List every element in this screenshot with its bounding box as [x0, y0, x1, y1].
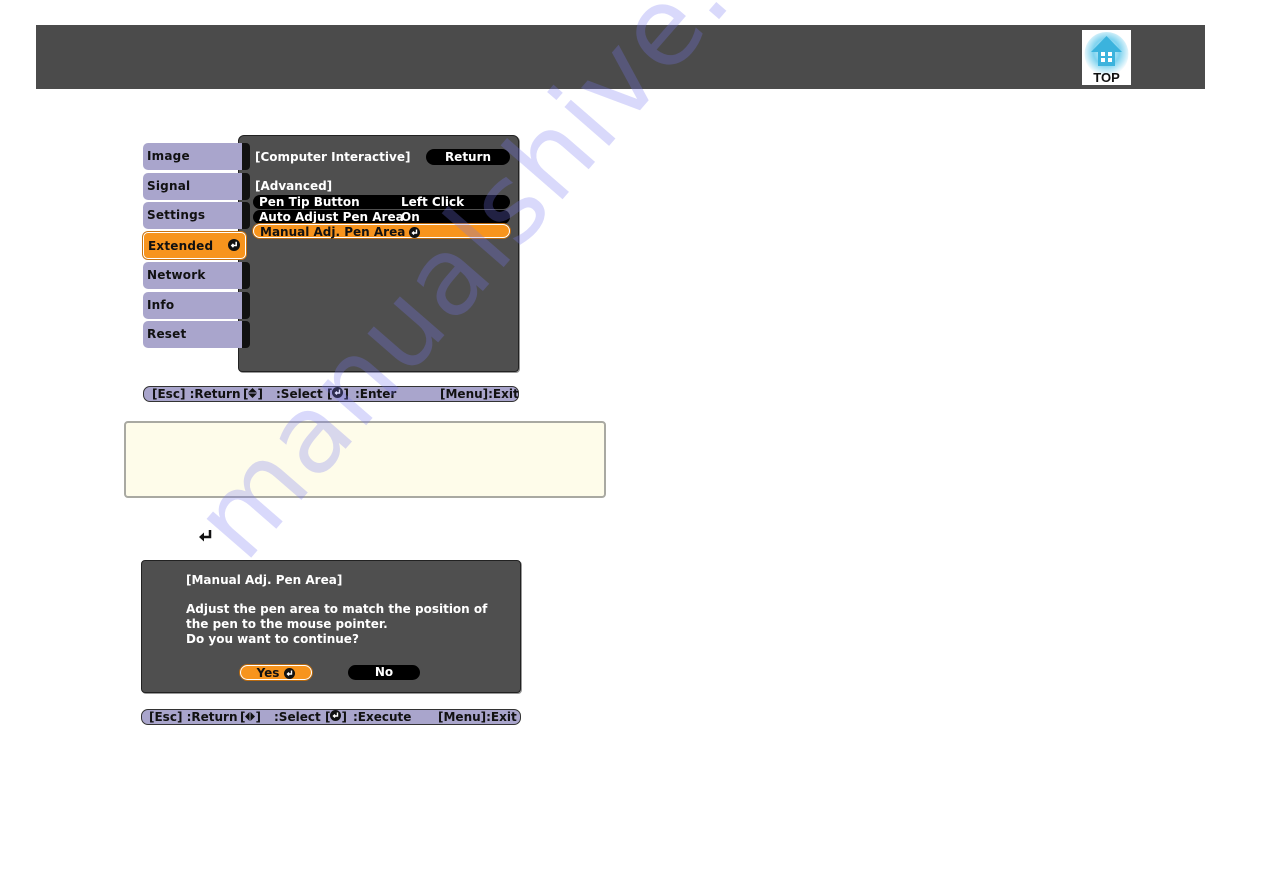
enter-icon — [330, 710, 342, 721]
tab-label: Image — [147, 149, 190, 163]
menu-row-manual-adj-pen-area[interactable]: Manual Adj. Pen Area — [253, 224, 510, 239]
help-select: :Select — [276, 387, 323, 401]
menu-panel: [Computer Interactive] Return [Advanced]… — [238, 135, 519, 372]
header-bar — [36, 25, 1205, 89]
tab-settings[interactable]: Settings — [143, 202, 250, 229]
panel-title: [Computer Interactive] — [255, 150, 411, 164]
yes-button[interactable]: Yes — [240, 665, 312, 680]
tab-label: Extended — [148, 239, 214, 253]
tab-label: Signal — [147, 179, 191, 193]
help-menu: [Menu]:Exit — [440, 387, 519, 401]
up-down-arrow-icon — [248, 388, 258, 398]
dialog-message-line: the pen to the mouse pointer. — [186, 617, 388, 631]
help-execute-key: [] — [325, 710, 347, 724]
help-select-key: [] — [240, 710, 261, 724]
row-label: Manual Adj. Pen Area — [260, 225, 406, 239]
dialog-message-line: Adjust the pen area to match the positio… — [186, 602, 488, 616]
enter-icon — [228, 239, 240, 251]
tab-connector — [242, 173, 250, 200]
return-button[interactable]: Return — [426, 149, 510, 165]
tab-label: Reset — [147, 327, 187, 341]
help-select-key: [] — [243, 387, 263, 401]
row-label: Auto Adjust Pen Area — [259, 210, 404, 224]
svg-text:TOP: TOP — [1093, 70, 1120, 85]
tab-connector — [242, 202, 250, 229]
tab-connector — [242, 262, 250, 289]
tab-info[interactable]: Info — [143, 292, 250, 319]
tab-signal[interactable]: Signal — [143, 173, 250, 200]
tab-connector — [242, 292, 250, 319]
help-esc: [Esc] :Return — [149, 710, 238, 724]
confirm-dialog: [Manual Adj. Pen Area] Adjust the pen ar… — [141, 560, 521, 693]
tab-reset[interactable]: Reset — [143, 321, 250, 348]
left-right-arrow-icon — [245, 712, 256, 721]
dialog-title: [Manual Adj. Pen Area] — [186, 573, 343, 587]
row-label-wrap: Manual Adj. Pen Area — [260, 225, 421, 239]
enter-icon — [332, 387, 344, 398]
enter-key-icon — [199, 530, 212, 542]
tab-network[interactable]: Network — [143, 262, 250, 289]
row-label: Pen Tip Button — [259, 195, 360, 209]
projector-menu-screen: [Computer Interactive] Return [Advanced]… — [140, 135, 521, 405]
dialog-help-bar: [Esc] :Return [] :Select [] :Execute [Me… — [141, 709, 521, 725]
tab-extended[interactable]: Extended — [143, 232, 246, 259]
help-enter-key: [] — [327, 387, 349, 401]
note-box — [124, 421, 606, 498]
help-select: :Select — [274, 710, 321, 724]
help-enter: :Enter — [355, 387, 397, 401]
tab-label: Info — [147, 298, 175, 312]
help-execute: :Execute — [353, 710, 412, 724]
home-arrow-up-icon: TOP — [1084, 32, 1129, 85]
section-label: [Advanced] — [255, 179, 333, 193]
tab-connector — [242, 321, 250, 348]
tab-connector — [242, 143, 250, 170]
dialog-message: Adjust the pen area to match the positio… — [186, 602, 487, 647]
yes-label: Yes — [256, 666, 280, 680]
menu-row-auto-adjust-pen-area[interactable]: Auto Adjust Pen Area On — [253, 210, 510, 224]
tab-image[interactable]: Image — [143, 143, 250, 170]
tab-label: Network — [147, 268, 206, 282]
help-esc: [Esc] :Return — [152, 387, 241, 401]
help-bar: [Esc] :Return [] :Select [] :Enter [Menu… — [143, 386, 519, 402]
menu-row-pen-tip-button[interactable]: Pen Tip Button Left Click — [253, 195, 510, 209]
no-button[interactable]: No — [348, 665, 420, 680]
row-value: On — [401, 210, 420, 224]
help-menu: [Menu]:Exit — [438, 710, 517, 724]
dialog-message-line: Do you want to continue? — [186, 632, 359, 646]
enter-icon — [284, 668, 296, 679]
tab-label: Settings — [147, 208, 206, 222]
top-link[interactable]: TOP — [1082, 30, 1131, 85]
enter-icon — [409, 226, 421, 238]
row-value: Left Click — [401, 195, 465, 209]
